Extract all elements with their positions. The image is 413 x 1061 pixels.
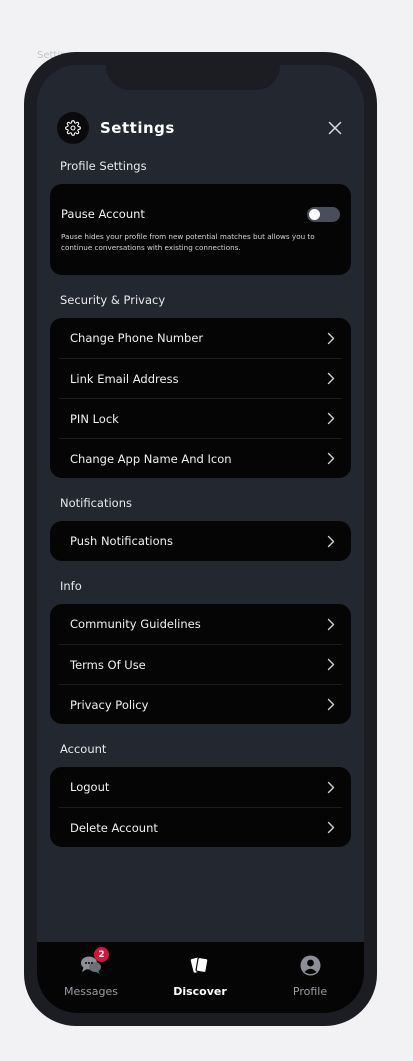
chevron-right-icon <box>324 617 338 631</box>
notch <box>106 65 280 90</box>
bottom-tab-bar: 2 Messages Discover Profile <box>37 942 364 1013</box>
settings-header: Settings <box>57 111 347 145</box>
pause-account-description: Pause hides your profile from new potent… <box>61 232 315 252</box>
section-title-notifications: Notifications <box>60 496 132 510</box>
toggle-knob <box>309 208 320 220</box>
notifications-card: Push Notifications <box>50 521 351 561</box>
row-label: Change Phone Number <box>70 331 204 345</box>
section-title-info: Info <box>60 579 82 593</box>
change-phone-number-row[interactable]: Change Phone Number <box>59 318 342 358</box>
change-app-name-icon-row[interactable]: Change App Name And Icon <box>59 438 342 478</box>
chevron-right-icon <box>324 452 338 466</box>
pause-account-toggle[interactable] <box>307 206 340 222</box>
chevron-right-icon <box>324 698 338 712</box>
cards-icon <box>190 954 210 976</box>
tab-label: Profile <box>292 985 328 998</box>
section-title-security: Security & Privacy <box>60 293 166 307</box>
tab-messages[interactable]: 2 Messages <box>51 947 131 998</box>
settings-screen: Settings Profile Settings Pause Account … <box>37 65 364 1013</box>
privacy-policy-row[interactable]: Privacy Policy <box>59 684 342 724</box>
row-label: Logout <box>70 780 110 794</box>
tab-label: Messages <box>64 985 118 998</box>
row-label: Privacy Policy <box>70 697 149 712</box>
chevron-right-icon <box>324 780 338 794</box>
phone-frame: Settings Profile Settings Pause Account … <box>24 52 377 1026</box>
terms-of-use-row[interactable]: Terms Of Use <box>59 644 342 684</box>
settings-content: Profile Settings Pause Account Pause hid… <box>50 157 351 863</box>
tab-label: Discover <box>173 985 227 998</box>
gear-icon <box>57 112 89 144</box>
row-label: PIN Lock <box>70 411 119 426</box>
chevron-right-icon <box>324 658 338 672</box>
chevron-right-icon <box>324 821 338 835</box>
close-icon <box>328 121 342 135</box>
row-label: Link Email Address <box>70 371 179 386</box>
info-card: Community Guidelines Terms Of Use Privac… <box>50 604 351 724</box>
link-email-address-row[interactable]: Link Email Address <box>59 358 342 398</box>
tab-discover[interactable]: Discover <box>160 954 240 998</box>
close-button[interactable] <box>323 116 347 140</box>
user-circle-icon <box>300 954 321 976</box>
community-guidelines-row[interactable]: Community Guidelines <box>59 604 342 644</box>
pause-account-card: Pause Account Pause hides your profile f… <box>50 184 351 275</box>
chat-bubbles-icon: 2 <box>80 947 109 976</box>
delete-account-row[interactable]: Delete Account <box>59 807 342 847</box>
row-label: Delete Account <box>70 820 158 835</box>
chevron-right-icon <box>324 372 338 386</box>
logout-row[interactable]: Logout <box>59 767 342 807</box>
chevron-right-icon <box>324 331 338 345</box>
pin-lock-row[interactable]: PIN Lock <box>59 398 342 438</box>
section-title-account: Account <box>60 742 107 756</box>
chevron-right-icon <box>324 534 338 548</box>
pause-account-label: Pause Account <box>61 207 145 221</box>
chevron-right-icon <box>324 412 338 426</box>
row-label: Community Guidelines <box>70 617 201 631</box>
row-label: Push Notifications <box>70 534 173 548</box>
push-notifications-row[interactable]: Push Notifications <box>59 521 342 561</box>
page-title: Settings <box>100 119 175 137</box>
row-label: Change App Name And Icon <box>70 451 232 466</box>
section-title-profile: Profile Settings <box>60 159 147 173</box>
tab-profile[interactable]: Profile <box>270 954 350 998</box>
row-label: Terms Of Use <box>70 657 146 672</box>
account-card: Logout Delete Account <box>50 767 351 847</box>
messages-badge: 2 <box>94 947 109 962</box>
security-card: Change Phone Number Link Email Address P… <box>50 318 351 478</box>
